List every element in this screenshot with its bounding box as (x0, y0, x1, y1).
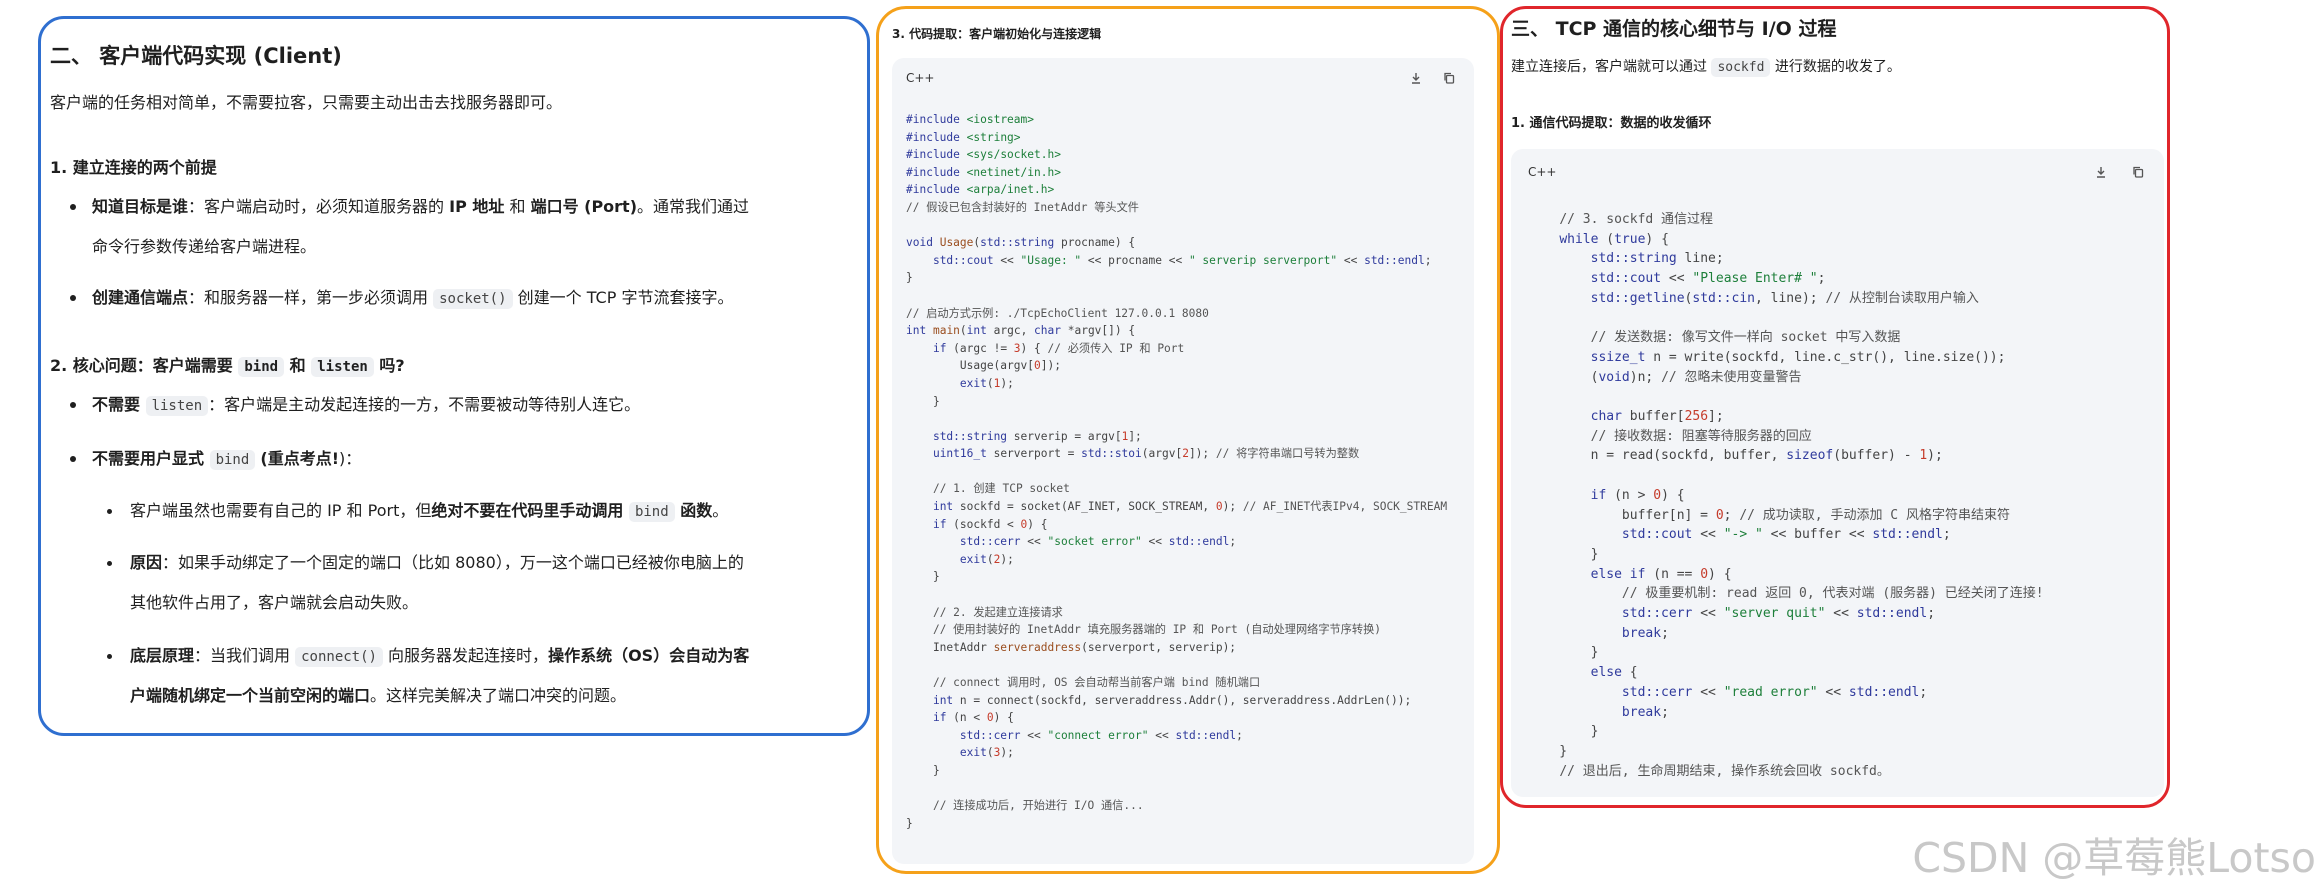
tcp-intro-text: 建立连接后，客户端就可以通过 sockfd 进行数据的收发了。 (1511, 58, 1901, 77)
code-lang-label: C++ (906, 71, 935, 85)
bullet-dot (70, 456, 76, 462)
tcp-section-title: 三、 TCP 通信的核心细节与 I/O 过程 (1511, 18, 1837, 40)
client-intro-text: 客户端的任务相对简单，不需要拉客，只需要主动出击去找服务器即可。 (50, 93, 563, 112)
code-lang-label: C++ (1528, 165, 1557, 179)
bullet-dot (70, 402, 76, 408)
copy-icon[interactable] (1442, 71, 1456, 85)
client-s2-heading: 2. 核心问题：客户端需要 bind 和 listen 吗? (50, 356, 405, 377)
inline-code-bind: bind (209, 450, 256, 470)
code-text-io-loop[interactable]: // 3. sockfd 通信过程 while (true) { std::st… (1528, 210, 2043, 781)
inline-code-socket: socket() (433, 289, 513, 309)
inline-code-sockfd: sockfd (1711, 58, 1771, 77)
client-s1-heading: 1. 建立连接的两个前提 (50, 158, 217, 177)
list-item-target: 知道目标是谁：客户端启动时，必须知道服务器的 IP 地址 和 端口号 (Port… (92, 197, 750, 216)
bullet-dot (70, 295, 76, 301)
sublist-item-reason-cont: 其他软件占用了，客户端就会启动失败。 (130, 593, 419, 612)
bullet-dot (70, 204, 76, 210)
client-section-title: 二、 客户端代码实现 (Client) (50, 44, 342, 68)
list-item-endpoint: 创建通信端点：和服务器一样，第一步必须调用 socket() 创建一个 TCP … (92, 288, 734, 309)
list-item-no-listen: 不需要 listen ：客户端是主动发起连接的一方，不需要被动等待别人连它。 (92, 395, 641, 416)
sub-bullet-dot (107, 654, 112, 659)
inline-code-listen: listen (145, 396, 209, 416)
download-icon[interactable] (1409, 71, 1423, 85)
copy-icon[interactable] (2131, 165, 2145, 179)
code-extract-title: 3. 代码提取：客户端初始化与连接逻辑 (892, 27, 1102, 41)
sublist-item-no-manual-bind: 客户端虽然也需要有自己的 IP 和 Port，但绝对不要在代码里手动调用 bin… (130, 501, 729, 522)
sublist-item-principle-cont: 户端随机绑定一个当前空闲的端口。这样完美解决了端口冲突的问题。 (130, 686, 627, 705)
inline-code-connect: connect() (295, 647, 383, 667)
sub-bullet-dot (107, 561, 112, 566)
sublist-item-principle: 底层原理：当我们调用 connect() 向服务器发起连接时，操作系统（OS）会… (130, 646, 750, 667)
download-icon[interactable] (2094, 165, 2108, 179)
tcp-s1-heading: 1. 通信代码提取：数据的收发循环 (1511, 116, 1712, 131)
sub-bullet-dot (107, 509, 112, 514)
list-item-target-cont: 命令行参数传递给客户端进程。 (92, 237, 317, 256)
sublist-item-reason: 原因：如果手动绑定了一个固定的端口（比如 8080），万一这个端口已经被你电脑上… (130, 553, 744, 572)
client-section-panel (38, 16, 870, 736)
csdn-watermark: CSDN @草莓熊Lotso (1912, 834, 2316, 882)
list-item-no-bind: 不需要用户显式 bind (重点考点!)： (92, 449, 362, 470)
code-text-client[interactable]: #include <iostream> #include <string> #i… (906, 111, 1447, 832)
